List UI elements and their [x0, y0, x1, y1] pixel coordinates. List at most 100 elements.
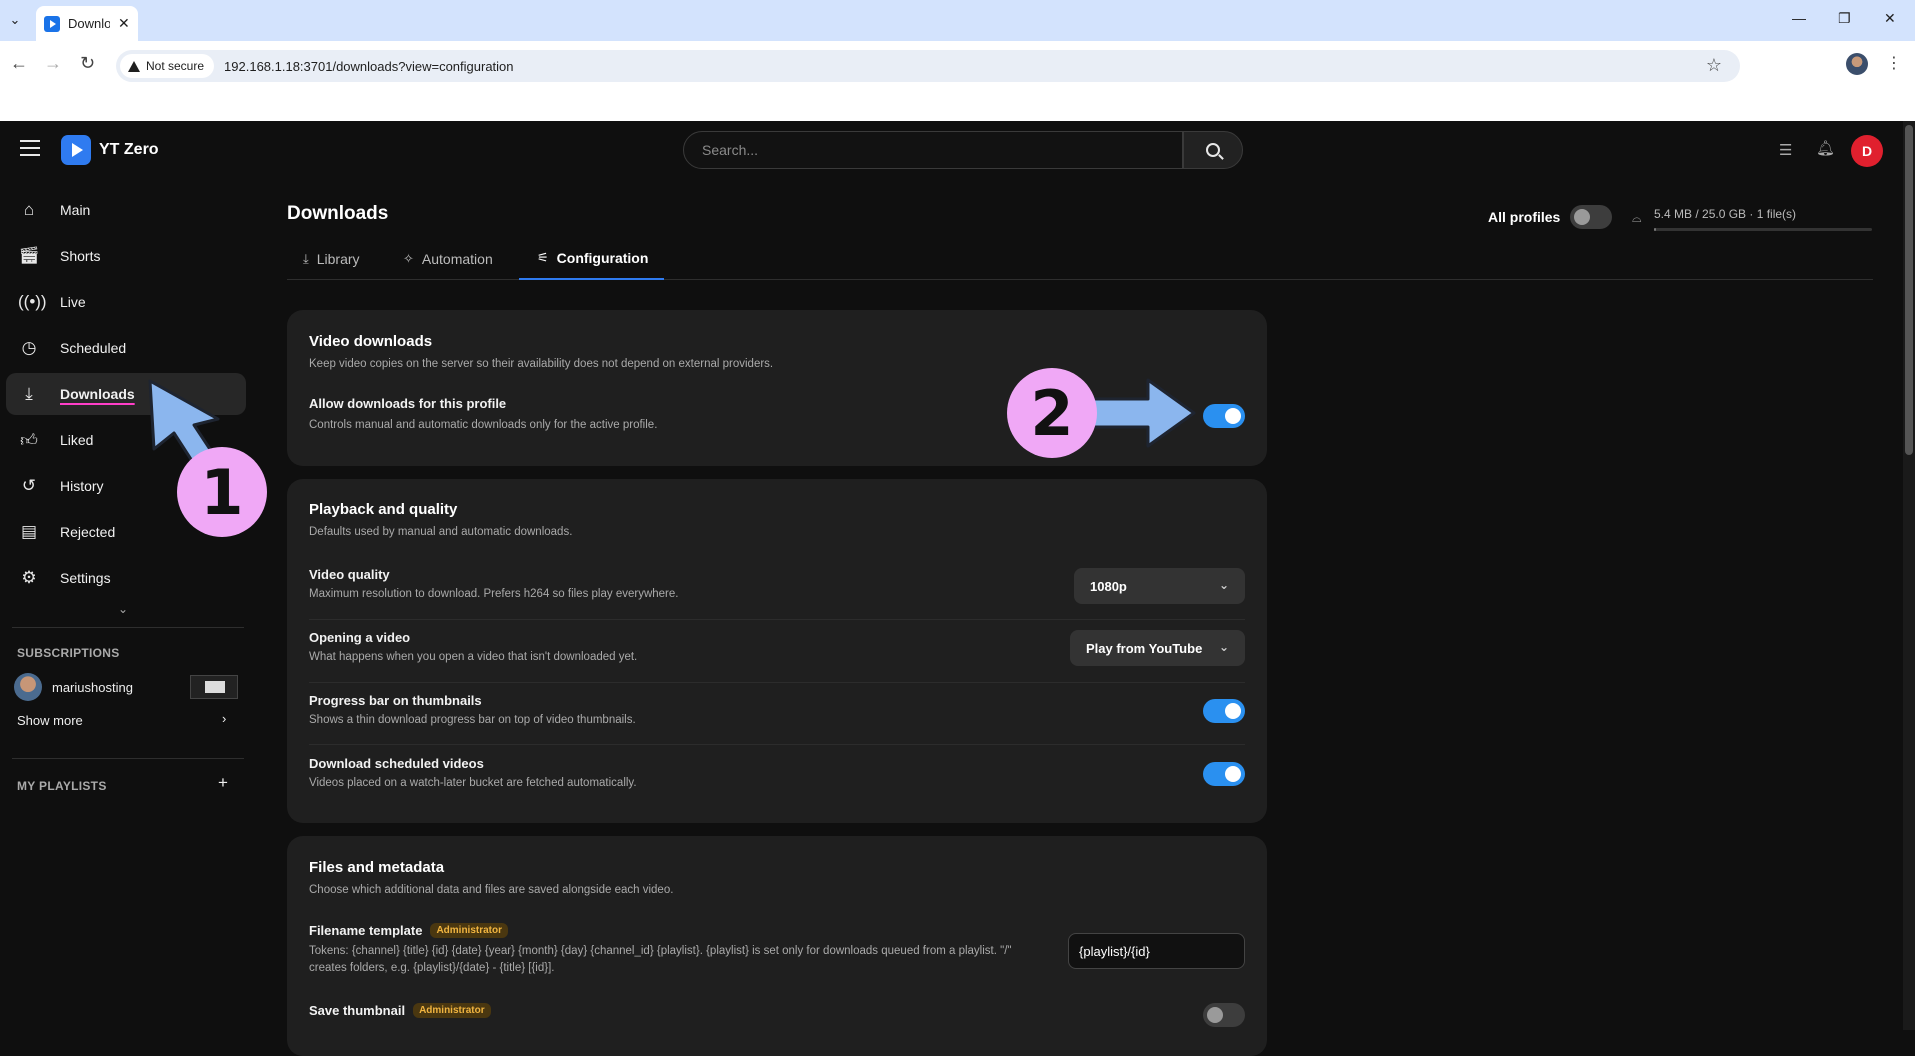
page-scrollbar[interactable] [1903, 121, 1915, 1030]
tab-automation[interactable]: ✧ Automation [403, 237, 493, 280]
download-icon: ⤓ [25, 384, 33, 403]
step2-badge: 2 [1007, 368, 1097, 458]
browser-tab-strip: ⌄ Downlo ✕ — ❐ ✕ [0, 0, 1915, 41]
reload-icon[interactable]: ↻ [80, 53, 95, 74]
sidebar-item-live[interactable]: ((•)) Live [6, 281, 246, 323]
setting-description: Maximum resolution to download. Prefers … [309, 588, 679, 600]
sidebar-item-label: Live [60, 294, 86, 310]
browser-toolbar: ← → ↻ Not secure 192.168.1.18:3701/downl… [0, 41, 1915, 121]
search-input[interactable] [683, 131, 1183, 169]
card-description: Defaults used by manual and automatic do… [309, 526, 573, 538]
subscription-name: mariushosting [52, 679, 133, 695]
app-name[interactable]: YT Zero [99, 141, 159, 159]
bell-icon[interactable]: 🔔︎ [1816, 139, 1835, 157]
storage-usage-bar [1654, 228, 1872, 231]
card-description: Keep video copies on the server so their… [309, 358, 774, 370]
setting-description: Controls manual and automatic downloads … [309, 419, 658, 431]
broadcast-icon: ((•)) [18, 292, 47, 311]
row-separator [309, 619, 1245, 620]
restore-icon[interactable]: ❐ [1838, 10, 1851, 27]
sidebar-item-label: Shorts [60, 248, 101, 264]
opening-video-select[interactable]: Play from YouTube ⌄ [1070, 630, 1245, 666]
downloads-tabs: ⤓ Library ✧ Automation ⚟ Configuration [287, 237, 1873, 280]
download-scheduled-toggle[interactable] [1203, 762, 1245, 786]
chevron-down-icon[interactable]: ⌄ [118, 602, 128, 616]
sidebar-item-label: Scheduled [60, 340, 127, 356]
url-text[interactable]: 192.168.1.18:3701/downloads?view=configu… [224, 59, 513, 74]
chevron-down-icon: ⌄ [1218, 578, 1229, 592]
scrollbar-thumb[interactable] [1905, 125, 1913, 455]
disk-icon: ⌓ [1632, 211, 1642, 225]
tab-library[interactable]: ⤓ Library [303, 237, 360, 280]
sidebar-item-label: History [60, 478, 104, 494]
filter-sliders-icon[interactable]: ☰ [1779, 141, 1792, 159]
app-header: YT Zero ☰ 🔔︎ D [0, 121, 1915, 179]
setting-title: Progress bar on thumbnails [309, 693, 482, 708]
search-button[interactable] [1183, 131, 1243, 169]
setting-title: Opening a video [309, 630, 411, 645]
channel-avatar [14, 673, 42, 701]
app-root: YT Zero ☰ 🔔︎ D ⌂Main 🎬︎Shorts ((•))Live … [0, 121, 1915, 1056]
all-profiles-toggle[interactable] [1570, 205, 1612, 229]
setting-title-row: Filename template Administrator [309, 923, 508, 938]
window-close-icon[interactable]: ✕ [1884, 10, 1896, 27]
channel-thumbnail [190, 675, 238, 699]
clock-icon: ◷ [21, 338, 37, 357]
files-metadata-card: Files and metadata Choose which addition… [287, 836, 1267, 1056]
favicon-icon [44, 15, 60, 32]
menu-icon[interactable] [20, 140, 40, 156]
back-icon[interactable]: ← [10, 53, 28, 74]
setting-title: Download scheduled videos [309, 756, 484, 771]
card-title: Files and metadata [309, 859, 445, 876]
admin-badge: Administrator [413, 1003, 491, 1018]
sidebar-item-label: Liked [60, 432, 94, 448]
chevron-down-icon: ⌄ [1218, 640, 1229, 654]
setting-description: Tokens: {channel} {title} {id} {date} {y… [309, 945, 1012, 974]
sidebar-item-scheduled[interactable]: ◷ Scheduled [6, 327, 246, 369]
tab-search-chevron-icon[interactable]: ⌄ [4, 9, 26, 31]
progress-bar-toggle[interactable] [1203, 699, 1245, 723]
sidebar-item-label: Settings [60, 570, 111, 586]
security-chip[interactable]: Not secure [120, 54, 215, 78]
subscriptions-heading: SUBSCRIPTIONS [17, 646, 120, 660]
tab-configuration[interactable]: ⚟ Configuration [519, 237, 665, 280]
chevron-right-icon[interactable]: › [222, 711, 226, 726]
search-icon [1206, 143, 1220, 157]
storage-usage-text: 5.4 MB / 25.0 GB · 1 file(s) [1654, 207, 1797, 221]
browser-menu-icon[interactable]: ⋮ [1886, 53, 1902, 73]
show-more-link[interactable]: Show more [17, 713, 83, 728]
sliders-icon: ⚟ [537, 249, 549, 265]
setting-description: Videos placed on a watch-later bucket ar… [309, 777, 637, 789]
clapper-icon: 🎬︎ [18, 246, 40, 265]
bookmark-star-icon[interactable]: ☆ [1706, 55, 1722, 76]
subscription-item[interactable]: mariushosting [14, 672, 238, 702]
user-avatar[interactable]: D [1851, 135, 1883, 167]
minimize-icon[interactable]: — [1792, 10, 1806, 26]
forward-icon[interactable]: → [44, 53, 62, 74]
step2-arrow-shape [1088, 378, 1196, 448]
playlists-heading: MY PLAYLISTS [17, 779, 107, 793]
setting-title-row: Save thumbnail Administrator [309, 1003, 491, 1018]
row-separator [309, 744, 1245, 745]
logo-icon[interactable] [61, 135, 91, 165]
address-bar[interactable]: Not secure 192.168.1.18:3701/downloads?v… [116, 50, 1740, 82]
sparkle-icon: ✧ [403, 250, 414, 266]
row-separator [309, 682, 1245, 683]
step2-arrow [1088, 378, 1196, 448]
video-quality-select[interactable]: 1080p ⌄ [1074, 568, 1245, 604]
filename-template-input[interactable] [1068, 933, 1245, 969]
security-label: Not secure [146, 59, 205, 73]
sidebar-item-shorts[interactable]: 🎬︎ Shorts [6, 235, 246, 277]
allow-downloads-toggle[interactable] [1203, 404, 1245, 428]
archive-icon: ▤ [20, 522, 38, 541]
close-tab-icon[interactable]: ✕ [118, 15, 130, 32]
sidebar-item-main[interactable]: ⌂ Main [6, 189, 246, 231]
tab-label: Library [316, 250, 360, 267]
setting-title: Video quality [309, 567, 390, 582]
tab-label: Configuration [556, 249, 649, 266]
save-thumbnail-toggle[interactable] [1203, 1003, 1245, 1027]
sidebar-item-settings[interactable]: ⚙ Settings [6, 557, 246, 599]
browser-tab[interactable]: Downlo ✕ [36, 6, 138, 41]
browser-profile-avatar[interactable] [1846, 53, 1868, 75]
add-playlist-icon[interactable]: + [218, 773, 228, 793]
